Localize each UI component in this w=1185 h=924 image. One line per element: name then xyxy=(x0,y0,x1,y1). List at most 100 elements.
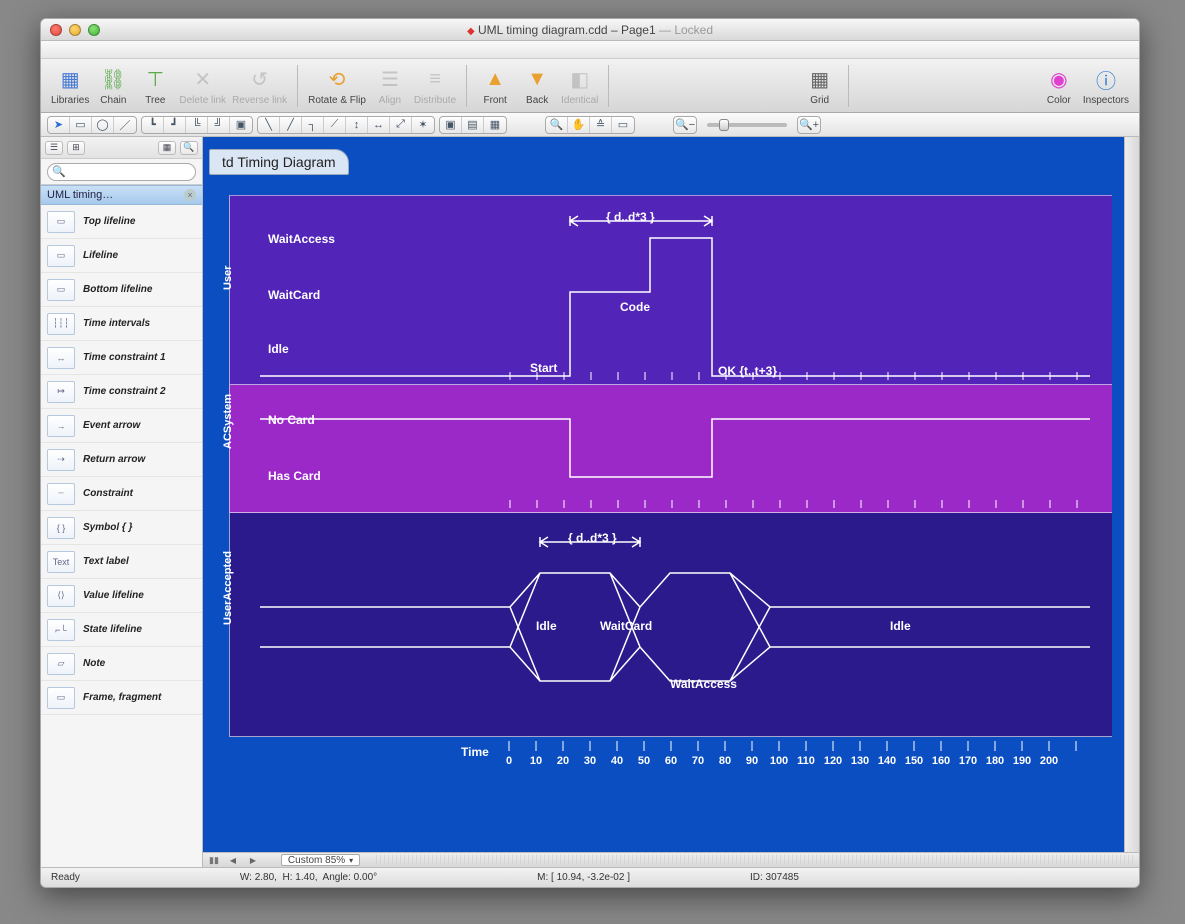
library-item[interactable]: ▱Note xyxy=(41,647,202,681)
pointer-tool[interactable]: ➤ xyxy=(48,117,70,133)
search-library-button[interactable]: 🔍 xyxy=(180,141,198,155)
zoom-slider-knob[interactable] xyxy=(719,119,729,131)
zoom-window-button[interactable] xyxy=(88,24,100,36)
zoom-display[interactable]: Custom 85% ▾ xyxy=(281,854,360,866)
library-item[interactable]: ┈Constraint xyxy=(41,477,202,511)
library-item[interactable]: ▭Frame, fragment xyxy=(41,681,202,715)
line-7[interactable]: ⤢ xyxy=(390,117,412,133)
time-tick-label: 170 xyxy=(959,755,977,769)
vertical-scrollbar[interactable] xyxy=(1124,137,1139,852)
line-2[interactable]: ╱ xyxy=(280,117,302,133)
crop-tool[interactable]: ▭ xyxy=(612,117,634,133)
value-waitcard: WaitCard xyxy=(600,619,652,633)
zoom-out-button[interactable]: 🔍− xyxy=(674,117,696,133)
library-header[interactable]: UML timing… × xyxy=(41,185,202,205)
view-tool-group: 🔍✋≙▭ xyxy=(545,116,635,134)
library-item-label: Time constraint 2 xyxy=(83,386,166,397)
library-item[interactable]: TextText label xyxy=(41,545,202,579)
time-tick-label: 140 xyxy=(878,755,896,769)
identical-label: Identical xyxy=(561,95,598,106)
time-tick-label: 50 xyxy=(638,755,650,769)
status-bar: Ready W: 2.80, H: 1.40, Angle: 0.00° M: … xyxy=(41,867,1139,887)
library-item[interactable]: ⟨⟩Value lifeline xyxy=(41,579,202,613)
rotate-flip-button[interactable]: ⟲Rotate & Flip xyxy=(308,65,366,106)
page-next-button[interactable]: ▶ xyxy=(247,854,259,866)
distribute-icon: ≡ xyxy=(420,65,450,93)
connector-2[interactable]: ┛ xyxy=(164,117,186,133)
line-5[interactable]: ↕ xyxy=(346,117,368,133)
inspectors-button[interactable]: ⓘInspectors xyxy=(1083,65,1129,106)
diagram-canvas[interactable]: td Timing Diagram User WaitAccess WaitCa… xyxy=(203,137,1124,852)
tree-button[interactable]: ⊤Tree xyxy=(137,65,173,106)
zoom-in-button[interactable]: 🔍+ xyxy=(798,117,820,133)
back-label: Back xyxy=(526,95,548,106)
library-item-label: Note xyxy=(83,658,105,669)
sel-1[interactable]: ▣ xyxy=(440,117,462,133)
tree-view-button[interactable]: ⊞ xyxy=(67,141,85,155)
library-item-icon: ▭ xyxy=(47,245,75,267)
inspectors-icon: ⓘ xyxy=(1091,65,1121,93)
back-button[interactable]: ▼Back xyxy=(519,65,555,106)
connector-4[interactable]: ╝ xyxy=(208,117,230,133)
close-window-button[interactable] xyxy=(50,24,62,36)
connector-3[interactable]: ╚ xyxy=(186,117,208,133)
grid-view-button[interactable]: ▦ xyxy=(158,141,176,155)
status-dimensions: W: 2.80, H: 1.40, Angle: 0.00° xyxy=(240,872,377,883)
time-tick-label: 80 xyxy=(719,755,731,769)
color-button[interactable]: ◉Color xyxy=(1041,65,1077,106)
line-1[interactable]: ╲ xyxy=(258,117,280,133)
library-item[interactable]: ↦Time constraint 2 xyxy=(41,375,202,409)
time-tick-label: 160 xyxy=(932,755,950,769)
library-item-icon: ⌐└ xyxy=(47,619,75,641)
front-button[interactable]: ▲Front xyxy=(477,65,513,106)
library-item[interactable]: ┆┆┆Time intervals xyxy=(41,307,202,341)
grid-button[interactable]: ▦Grid xyxy=(802,65,838,106)
line-8[interactable]: ✶ xyxy=(412,117,434,133)
search-icon: 🔍 xyxy=(52,165,66,178)
line-tool[interactable]: ／ xyxy=(114,117,136,133)
color-icon: ◉ xyxy=(1044,65,1074,93)
library-item-icon: ↔ xyxy=(47,347,75,369)
chain-button[interactable]: ⛓Chain xyxy=(95,65,131,106)
sel-2[interactable]: ▤ xyxy=(462,117,484,133)
library-item-icon: ┈ xyxy=(47,483,75,505)
zoom-in-group: 🔍+ xyxy=(797,116,821,134)
ellipse-tool[interactable]: ◯ xyxy=(92,117,114,133)
rotate-flip-icon: ⟲ xyxy=(322,65,352,93)
horizontal-scrollbar[interactable] xyxy=(376,855,1133,865)
zoom-slider[interactable] xyxy=(707,123,787,127)
close-library-button[interactable]: × xyxy=(184,189,196,201)
time-tick-label: 200 xyxy=(1040,755,1058,769)
line-6[interactable]: ↔ xyxy=(368,117,390,133)
hand-tool[interactable]: ✋ xyxy=(568,117,590,133)
library-item[interactable]: { }Symbol { } xyxy=(41,511,202,545)
stamp-tool[interactable]: ≙ xyxy=(590,117,612,133)
library-item[interactable]: ⇢Return arrow xyxy=(41,443,202,477)
sel-3[interactable]: ▦ xyxy=(484,117,506,133)
library-item[interactable]: →Event arrow xyxy=(41,409,202,443)
library-item[interactable]: ▭Top lifeline xyxy=(41,205,202,239)
line-3[interactable]: ┐ xyxy=(302,117,324,133)
library-item[interactable]: ⌐└ State lifeline xyxy=(41,613,202,647)
connector-5[interactable]: ▣ xyxy=(230,117,252,133)
library-search-input[interactable] xyxy=(47,163,196,181)
line-4[interactable]: ⟋ xyxy=(324,117,346,133)
delete-link-button: ✕Delete link xyxy=(179,65,226,106)
page-prev-button[interactable]: ◀ xyxy=(227,854,239,866)
connector-1[interactable]: ┗ xyxy=(142,117,164,133)
minimize-window-button[interactable] xyxy=(69,24,81,36)
time-tick-label: 20 xyxy=(557,755,569,769)
library-item[interactable]: ▭Lifeline xyxy=(41,239,202,273)
document-title: UML timing diagram.cdd – Page1 xyxy=(478,23,656,37)
time-tick-label: 130 xyxy=(851,755,869,769)
library-item[interactable]: ↔Time constraint 1 xyxy=(41,341,202,375)
library-item[interactable]: ▭Bottom lifeline xyxy=(41,273,202,307)
libraries-button[interactable]: ▦Libraries xyxy=(51,65,89,106)
magnifier-tool[interactable]: 🔍 xyxy=(546,117,568,133)
chain-icon: ⛓ xyxy=(98,65,128,93)
sidebar: ☰ ⊞ ▦ 🔍 🔍 UML timing… × ▭Top lifeline▭Li… xyxy=(41,137,203,867)
time-tick-label: 90 xyxy=(746,755,758,769)
library-item-label: State lifeline xyxy=(83,624,142,635)
list-view-button[interactable]: ☰ xyxy=(45,141,63,155)
rect-tool[interactable]: ▭ xyxy=(70,117,92,133)
